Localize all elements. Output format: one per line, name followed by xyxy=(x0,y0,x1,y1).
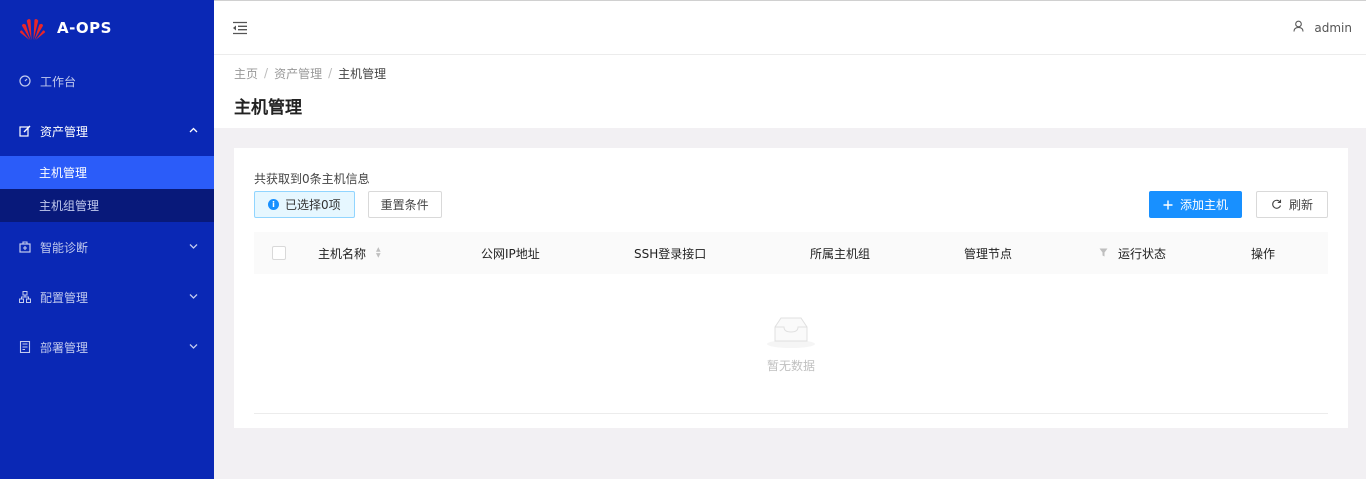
breadcrumb-separator: / xyxy=(328,66,333,80)
cluster-icon xyxy=(19,291,31,303)
info-icon: i xyxy=(268,199,279,210)
select-all-cell xyxy=(254,232,318,274)
add-host-button[interactable]: 添加主机 xyxy=(1148,191,1242,218)
column-label: 运行状态 xyxy=(1118,246,1167,261)
column-host-group: 所属主机组 xyxy=(810,232,964,274)
column-actions: 操作 xyxy=(1251,232,1328,274)
empty-text: 暂无数据 xyxy=(766,359,815,373)
breadcrumb-home[interactable]: 主页 xyxy=(234,65,258,82)
assets-submenu: 主机管理 主机组管理 xyxy=(0,156,214,222)
sidebar: A-OPS 工作台 资产管理 主机管理 主机组管理 智能诊断 配置管理 部署管理 xyxy=(0,0,214,479)
dashboard-icon xyxy=(19,75,31,87)
chevron-up-icon xyxy=(189,126,198,136)
sidebar-item-config[interactable]: 配置管理 xyxy=(0,272,214,322)
reset-filters-button[interactable]: 重置条件 xyxy=(367,191,442,218)
edit-icon xyxy=(19,125,31,137)
column-label: 主机名称 xyxy=(318,246,367,261)
column-public-ip: 公网IP地址 xyxy=(481,232,634,274)
column-run-status: 运行状态 xyxy=(1118,232,1251,274)
selected-count-text: 已选择0项 xyxy=(285,198,341,212)
column-label: 公网IP地址 xyxy=(481,246,540,261)
sidebar-item-label: 配置管理 xyxy=(40,290,89,305)
chevron-down-icon xyxy=(189,292,198,302)
column-management-node: 管理节点 xyxy=(964,232,1118,274)
user-menu[interactable]: admin xyxy=(1293,20,1352,35)
host-count-text: 共获取到0条主机信息 xyxy=(254,172,370,186)
medical-box-icon xyxy=(19,241,31,253)
table-header: 主机名称 ▲▼ 公网IP地址 SSH登录接口 所属主机组 管理节点 运行状态 xyxy=(254,232,1328,274)
refresh-button[interactable]: 刷新 xyxy=(1255,191,1328,218)
sidebar-item-host-group-management[interactable]: 主机组管理 xyxy=(0,189,214,222)
column-label: SSH登录接口 xyxy=(634,246,707,261)
sidebar-item-diagnosis[interactable]: 智能诊断 xyxy=(0,222,214,272)
column-label: 操作 xyxy=(1251,246,1276,261)
breadcrumb-assets[interactable]: 资产管理 xyxy=(274,65,322,82)
sidebar-item-deploy[interactable]: 部署管理 xyxy=(0,322,214,372)
column-ssh-port: SSH登录接口 xyxy=(634,232,810,274)
sidebar-item-label: 资产管理 xyxy=(40,124,89,139)
selected-count-alert: i 已选择0项 xyxy=(254,191,355,218)
filter-icon[interactable] xyxy=(1099,246,1108,260)
column-label: 所属主机组 xyxy=(810,246,871,261)
user-icon xyxy=(1293,20,1304,35)
menu-fold-icon[interactable] xyxy=(232,21,248,35)
sidebar-item-workbench[interactable]: 工作台 xyxy=(0,56,214,106)
logo[interactable]: A-OPS xyxy=(0,0,214,56)
username: admin xyxy=(1314,20,1352,35)
host-table: 主机名称 ▲▼ 公网IP地址 SSH登录接口 所属主机组 管理节点 运行状态 xyxy=(254,232,1328,414)
sort-icon[interactable]: ▲ ▼ xyxy=(376,247,381,259)
table-toolbar: i 已选择0项 重置条件 添加主机 刷新 xyxy=(254,191,1328,218)
top-header: admin xyxy=(214,0,1366,55)
breadcrumb-separator: / xyxy=(264,66,269,80)
app-title: A-OPS xyxy=(57,19,112,37)
sidebar-item-host-management[interactable]: 主机管理 xyxy=(0,156,214,189)
chevron-down-icon xyxy=(189,342,198,352)
page-header: 主页 / 资产管理 / 主机管理 主机管理 xyxy=(214,55,1366,128)
chevron-down-icon xyxy=(189,242,198,252)
sidebar-item-label: 工作台 xyxy=(40,74,77,89)
column-host-name[interactable]: 主机名称 ▲ ▼ xyxy=(318,232,481,274)
empty-inbox-icon xyxy=(767,317,815,348)
add-host-label: 添加主机 xyxy=(1179,198,1228,212)
calculator-icon xyxy=(19,341,31,353)
host-list-card: 共获取到0条主机信息 i 已选择0项 重置条件 添加主机 刷新 主机名称 ▲ ▼… xyxy=(234,148,1348,428)
plus-icon xyxy=(1163,200,1173,210)
page-title: 主机管理 xyxy=(234,98,302,118)
sidebar-item-assets[interactable]: 资产管理 xyxy=(0,106,214,156)
empty-state: 暂无数据 xyxy=(254,274,1328,414)
sidebar-item-label: 智能诊断 xyxy=(40,240,89,255)
refresh-label: 刷新 xyxy=(1288,198,1313,212)
column-label: 管理节点 xyxy=(964,246,1013,261)
huawei-logo-icon xyxy=(19,18,46,40)
breadcrumb: 主页 / 资产管理 / 主机管理 xyxy=(234,65,1346,81)
breadcrumb-current: 主机管理 xyxy=(338,66,387,81)
refresh-icon xyxy=(1271,199,1282,210)
sidebar-item-label: 部署管理 xyxy=(40,340,89,355)
select-all-checkbox[interactable] xyxy=(272,246,286,260)
